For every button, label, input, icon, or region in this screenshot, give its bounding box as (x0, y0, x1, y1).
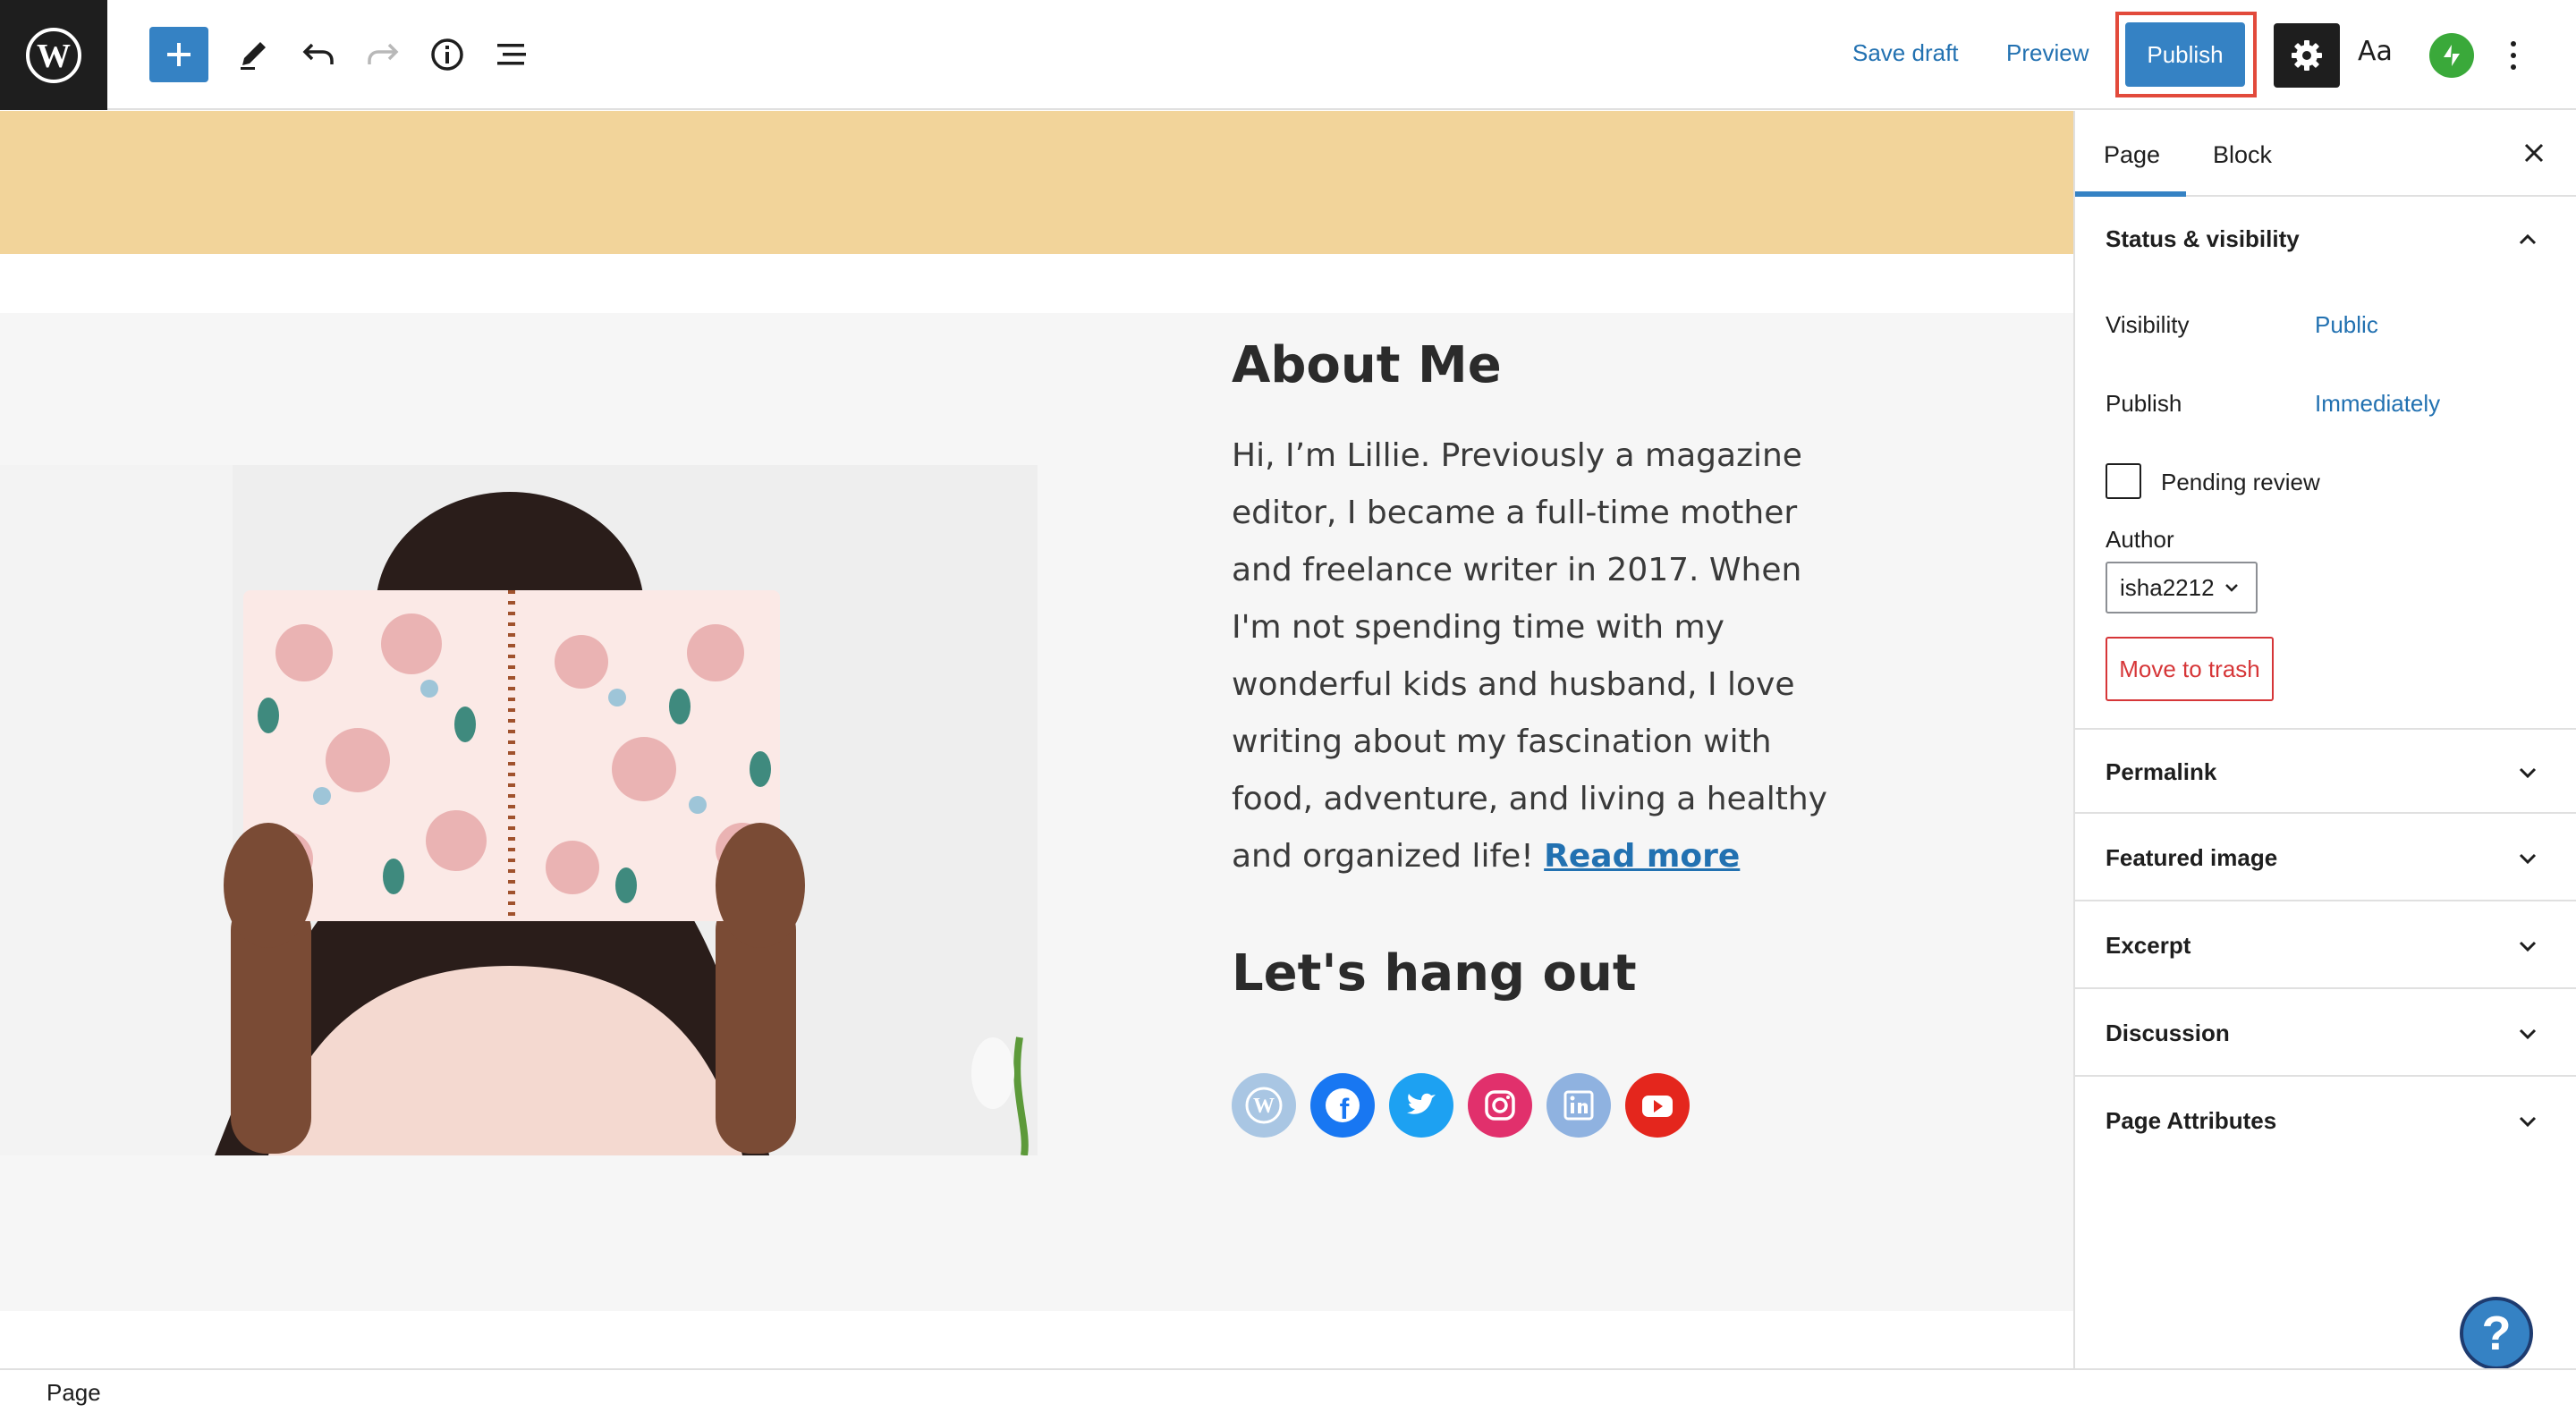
author-label: Author (2106, 526, 2174, 553)
hang-out-heading[interactable]: Let's hang out (1232, 944, 1637, 1003)
featured-image-panel-toggle[interactable]: Featured image (2075, 816, 2576, 901)
styles-button[interactable]: Aa (2358, 36, 2393, 67)
discussion-title: Discussion (2106, 1020, 2230, 1046)
youtube-icon (1642, 1096, 1673, 1117)
settings-button[interactable] (2274, 23, 2340, 88)
social-linkedin-link[interactable] (1546, 1073, 1611, 1138)
excerpt-panel-toggle[interactable]: Excerpt (2075, 903, 2576, 989)
block-breadcrumb-bar: Page (0, 1368, 2576, 1413)
editor-canvas: About Me Hi, I’m Lillie. Previously a ma… (0, 111, 2073, 1368)
redo-button[interactable] (352, 24, 413, 85)
gear-icon (2292, 40, 2322, 71)
tab-block[interactable]: Block (2213, 141, 2272, 169)
woman-holding-planner-image (0, 465, 1038, 1155)
about-paragraph[interactable]: Hi, I’m Lillie. Previously a magazine ed… (1232, 427, 1840, 885)
settings-sidebar: Page Block Status & visibility Visibilit… (2073, 111, 2576, 1368)
permalink-panel-toggle[interactable]: Permalink (2075, 728, 2576, 814)
social-facebook-link[interactable]: f (1310, 1073, 1375, 1138)
more-vertical-icon (2511, 41, 2516, 47)
permalink-title: Permalink (2106, 758, 2217, 785)
wordpress-icon: W (1245, 1087, 1283, 1124)
help-button[interactable]: ? (2460, 1297, 2533, 1370)
author-value: isha2212 (2120, 573, 2215, 601)
social-icons-block[interactable]: W f (1232, 1073, 1690, 1138)
undo-button[interactable] (288, 24, 349, 85)
about-section-block[interactable]: About Me Hi, I’m Lillie. Previously a ma… (0, 313, 2073, 1311)
editor-toolbar: W Save draft Preview Publish Aa (0, 0, 2576, 110)
discussion-panel-toggle[interactable]: Discussion (2075, 991, 2576, 1077)
save-draft-button[interactable]: Save draft (1852, 39, 1959, 67)
social-twitter-link[interactable] (1389, 1073, 1453, 1138)
page-attributes-title: Page Attributes (2106, 1107, 2277, 1134)
tools-button[interactable] (223, 24, 284, 85)
redo-icon (368, 43, 399, 64)
social-instagram-link[interactable] (1468, 1073, 1532, 1138)
svg-text:f: f (1340, 1093, 1350, 1125)
visibility-label: Visibility (2106, 311, 2190, 338)
chevron-down-icon (2519, 1116, 2537, 1128)
chevron-down-icon (2224, 584, 2238, 592)
featured-image-title: Featured image (2106, 844, 2278, 871)
preview-button[interactable]: Preview (2006, 39, 2089, 67)
twitter-icon (1407, 1093, 1436, 1114)
status-visibility-title: Status & visibility (2106, 225, 2300, 252)
breadcrumb-page[interactable]: Page (47, 1379, 101, 1407)
tab-page[interactable]: Page (2104, 141, 2160, 169)
status-visibility-panel-toggle[interactable]: Status & visibility (2075, 197, 2576, 283)
plus-icon (167, 43, 191, 66)
visibility-toggle[interactable]: Public (2315, 311, 2378, 339)
publish-button[interactable]: Publish (2125, 22, 2245, 87)
about-photo[interactable] (0, 465, 1038, 1155)
publish-date-toggle[interactable]: Immediately (2315, 390, 2440, 418)
social-youtube-link[interactable] (1625, 1073, 1690, 1138)
svg-text:W: W (37, 38, 71, 75)
add-block-button[interactable] (149, 27, 208, 82)
pending-review-checkbox[interactable] (2106, 463, 2141, 499)
instagram-icon (1485, 1090, 1515, 1121)
close-sidebar-button[interactable] (2513, 132, 2555, 173)
author-select[interactable]: isha2212 (2106, 562, 2258, 613)
more-options-button[interactable] (2497, 32, 2529, 79)
close-icon (2524, 143, 2544, 163)
about-body-text: Hi, I’m Lillie. Previously a magazine ed… (1232, 437, 1827, 875)
about-heading[interactable]: About Me (1232, 336, 1502, 394)
page-attributes-panel-toggle[interactable]: Page Attributes (2075, 1079, 2576, 1164)
sidebar-tabs: Page Block (2075, 111, 2576, 197)
chevron-down-icon (2519, 1028, 2537, 1040)
read-more-link[interactable]: Read more (1544, 838, 1740, 875)
header-banner-block[interactable] (0, 111, 2073, 254)
chevron-up-icon (2519, 233, 2537, 245)
undo-icon (302, 43, 334, 64)
social-wordpress-link[interactable]: W (1232, 1073, 1296, 1138)
jetpack-button[interactable] (2429, 33, 2474, 78)
details-button[interactable] (417, 24, 478, 85)
move-to-trash-button[interactable]: Move to trash (2106, 637, 2274, 701)
info-icon (431, 38, 463, 71)
list-view-button[interactable] (481, 24, 542, 85)
pencil-icon (241, 42, 266, 70)
wordpress-logo-icon: W (26, 27, 81, 83)
excerpt-title: Excerpt (2106, 932, 2191, 959)
chevron-down-icon (2519, 767, 2537, 779)
facebook-icon: f (1326, 1088, 1360, 1125)
chevron-down-icon (2519, 853, 2537, 865)
list-view-icon (497, 44, 526, 65)
pending-review-label[interactable]: Pending review (2161, 469, 2320, 496)
wordpress-logo-button[interactable]: W (0, 0, 107, 110)
jetpack-icon (2444, 45, 2460, 66)
svg-text:W: W (1253, 1095, 1275, 1118)
publish-label: Publish (2106, 390, 2182, 417)
linkedin-icon (1563, 1090, 1594, 1121)
chevron-down-icon (2519, 941, 2537, 952)
